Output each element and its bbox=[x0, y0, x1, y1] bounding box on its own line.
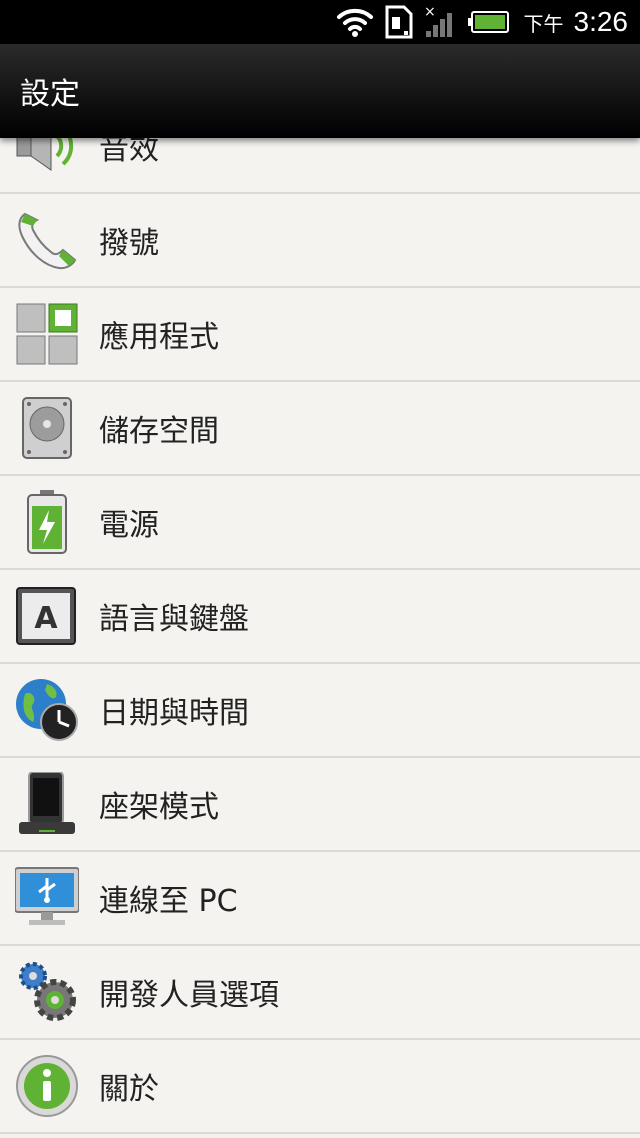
svg-text:×: × bbox=[424, 5, 436, 20]
svg-text:A: A bbox=[34, 601, 58, 636]
apps-grid-icon bbox=[15, 302, 79, 366]
globe-clock-icon bbox=[15, 678, 79, 742]
settings-item-label: 連線至 PC bbox=[99, 884, 238, 919]
settings-item-apps[interactable]: 應用程式 bbox=[0, 288, 640, 382]
battery-icon bbox=[467, 10, 510, 34]
page-title: 設定 bbox=[20, 77, 80, 112]
signal-no-service-icon: × bbox=[424, 5, 458, 39]
settings-item-label: 座架模式 bbox=[99, 790, 219, 825]
settings-item-label: 開發人員選項 bbox=[99, 978, 279, 1013]
settings-item-language-keyboard[interactable]: A 語言與鍵盤 bbox=[0, 570, 640, 664]
action-bar: 設定 bbox=[0, 44, 640, 138]
settings-item-label: 應用程式 bbox=[99, 320, 219, 355]
sim-card-icon bbox=[384, 5, 414, 39]
settings-item-label: 語言與鍵盤 bbox=[99, 602, 249, 637]
dock-icon bbox=[15, 771, 79, 836]
wifi-icon bbox=[336, 6, 374, 38]
status-bar: × 下午 3:26 bbox=[0, 0, 640, 44]
settings-item-label: 電源 bbox=[99, 508, 159, 543]
settings-item-storage[interactable]: 儲存空間 bbox=[0, 382, 640, 476]
time-period: 下午 bbox=[523, 11, 564, 36]
settings-item-label: 撥號 bbox=[99, 226, 159, 261]
settings-item-developer-options[interactable]: 開發人員選項 bbox=[0, 946, 640, 1040]
storage-drive-icon bbox=[15, 396, 79, 460]
language-keyboard-icon: A bbox=[15, 584, 79, 648]
settings-item-label: 日期與時間 bbox=[99, 696, 249, 731]
settings-item-power[interactable]: 電源 bbox=[0, 476, 640, 570]
settings-item-label: 關於 bbox=[99, 1072, 159, 1107]
settings-item-connect-pc[interactable]: 連線至 PC bbox=[0, 852, 640, 946]
settings-list: 音效 撥號 應用程式 儲存空間 電源 A 語言與鍵盤 日期與時間 座架模式 連線… bbox=[0, 100, 640, 1134]
clock-time: 3:26 bbox=[573, 6, 629, 37]
gears-icon bbox=[15, 960, 79, 1024]
battery-power-icon bbox=[15, 490, 79, 554]
info-icon bbox=[15, 1054, 79, 1118]
phone-handset-icon bbox=[15, 208, 79, 272]
settings-item-about[interactable]: 關於 bbox=[0, 1040, 640, 1134]
settings-item-label: 儲存空間 bbox=[99, 414, 219, 449]
settings-item-date-time[interactable]: 日期與時間 bbox=[0, 664, 640, 758]
settings-item-call[interactable]: 撥號 bbox=[0, 194, 640, 288]
settings-item-dock-mode[interactable]: 座架模式 bbox=[0, 758, 640, 852]
usb-monitor-icon bbox=[14, 866, 80, 930]
